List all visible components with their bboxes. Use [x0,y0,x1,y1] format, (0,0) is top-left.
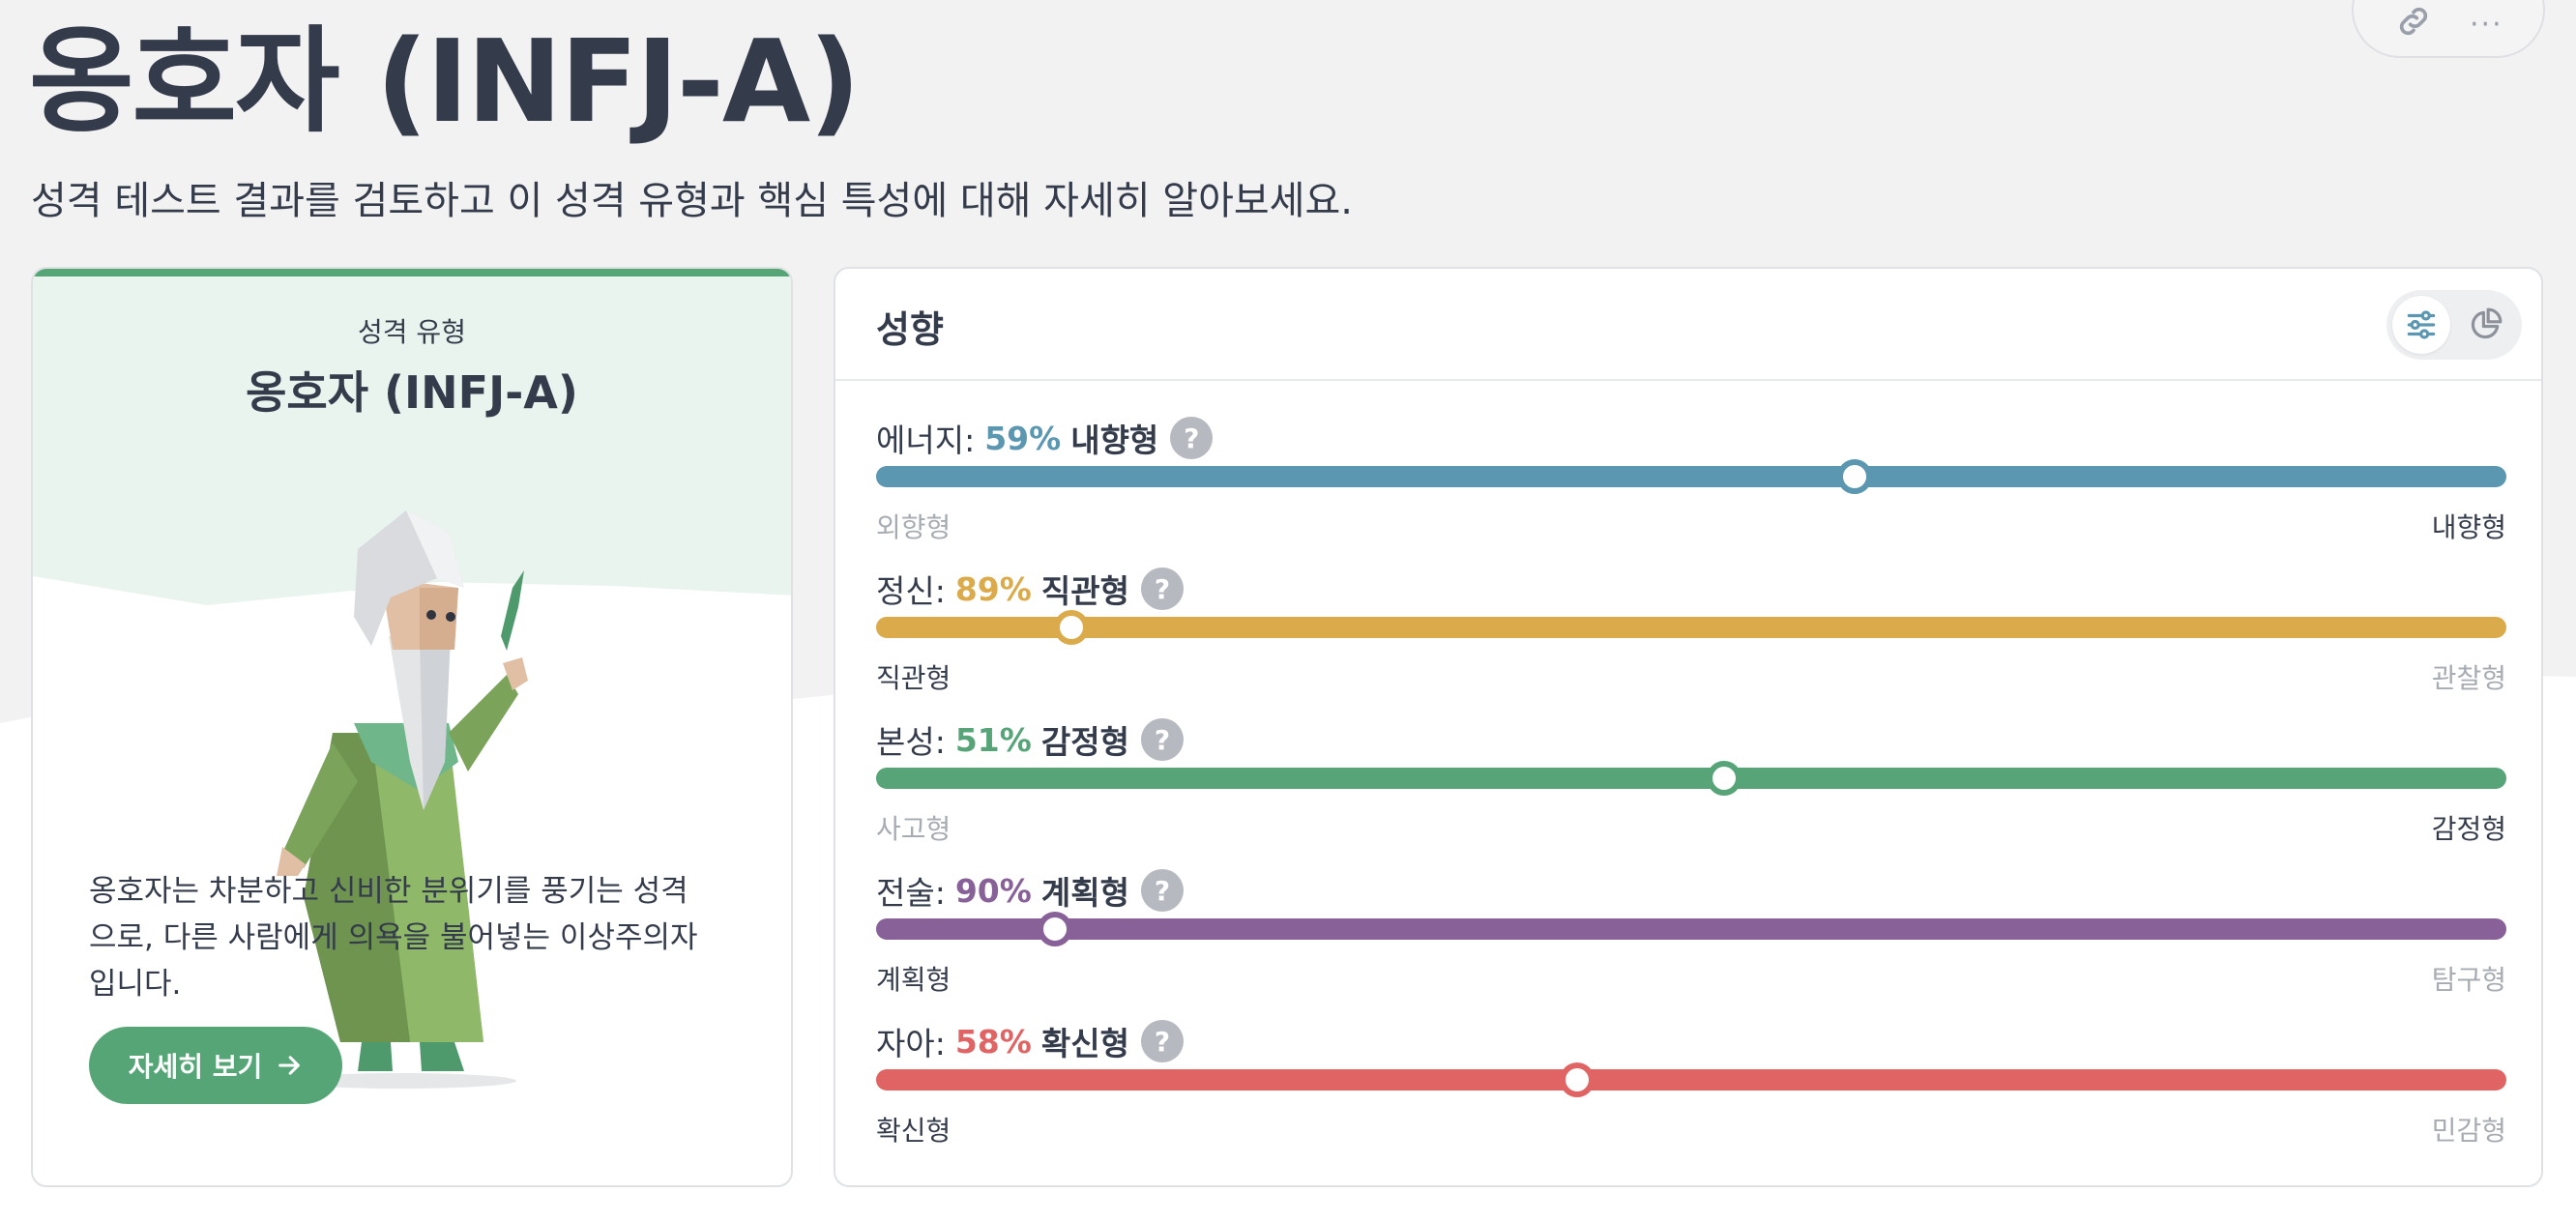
trait-row: 에너지: 59% 내향형? 외향형 내향형 [876,414,2506,549]
trait-percent: 59% [984,419,1062,457]
card-accent-bar [33,269,791,276]
trait-category: 전술: [876,874,946,912]
trait-left-pole: 사고형 [876,813,951,845]
sliders-view-button[interactable] [2392,296,2450,354]
trait-name: 감정형 [1040,723,1129,761]
trait-label: 전술: 90% 계획형? [876,866,1184,915]
trait-left-pole: 직관형 [876,662,951,694]
trait-left-pole: 확신형 [876,1115,951,1147]
trait-right-pole: 내향형 [2431,511,2506,543]
personality-type-card: 성격 유형 옹호자 (INFJ-A) 옹호자는 차분하고 신비한 분위기를 풍기… [31,267,793,1187]
page-title: 옹호자 (INFJ-A) [29,15,861,148]
more-icon[interactable]: ··· [2470,8,2503,42]
trait-percent: 90% [954,871,1032,910]
trait-slider-knob[interactable] [1707,761,1742,796]
trait-name: 확신형 [1040,1025,1129,1062]
help-icon[interactable]: ? [1170,417,1214,459]
help-icon[interactable]: ? [1140,869,1184,912]
trait-category: 자아: [876,1025,946,1062]
trait-right-pole: 관찰형 [2431,662,2506,694]
trait-row: 정신: 89% 직관형? 직관형 관찰형 [876,565,2506,700]
trait-slider-track [876,466,2506,487]
trait-name: 내향형 [1070,422,1159,459]
learn-more-label: 자세히 보기 [128,1051,263,1083]
view-toggle [2386,290,2522,360]
traits-card: 성향 에너지: 59% 내향형? 외향형 내향형 정신: 89% 직관형 ? 직… [834,267,2543,1187]
trait-category: 에너지: [876,422,976,459]
chart-view-button[interactable] [2456,296,2514,354]
page-subtitle: 성격 테스트 결과를 검토하고 이 성격 유형과 핵심 특성에 대해 자세히 알… [31,179,1353,223]
card-type-name: 옹호자 (INFJ-A) [246,366,578,419]
trait-slider-track [876,1069,2506,1091]
arrow-right-icon [278,1056,301,1075]
trait-label: 정신: 89% 직관형? [876,565,1184,613]
trait-slider-knob[interactable] [1837,459,1872,494]
help-icon[interactable]: ? [1140,718,1184,761]
trait-row: 전술: 90% 계획형? 계획형 탐구형 [876,866,2506,1002]
card-eyebrow: 성격 유형 [358,316,466,348]
trait-slider-track [876,918,2506,940]
trait-row: 자아: 58% 확신형? 확신형 민감형 [876,1017,2506,1152]
trait-right-pole: 감정형 [2431,813,2506,845]
trait-percent: 89% [954,569,1032,608]
trait-left-pole: 계획형 [876,964,951,996]
sliders-icon [2407,310,2436,339]
trait-label: 본성: 51% 감정형? [876,715,1184,764]
top-actions: ··· [2352,0,2545,58]
help-icon[interactable]: ? [1140,1020,1184,1062]
trait-label: 자아: 58% 확신형? [876,1017,1184,1065]
traits-header: 성향 [835,269,2541,381]
trait-category: 본성: [876,723,946,761]
trait-category: 정신: [876,572,946,610]
trait-right-pole: 탐구형 [2431,964,2506,996]
trait-label: 에너지: 59% 내향형? [876,414,1214,462]
trait-slider-knob[interactable] [1054,610,1089,645]
trait-right-pole: 민감형 [2431,1115,2506,1147]
trait-slider-knob[interactable] [1038,912,1072,946]
pie-chart-icon [2471,307,2503,339]
trait-percent: 51% [954,720,1032,759]
trait-slider-track [876,617,2506,638]
trait-row: 본성: 51% 감정형? 사고형 감정형 [876,715,2506,851]
learn-more-button[interactable]: 자세히 보기 [89,1027,342,1104]
trait-slider-knob[interactable] [1560,1062,1595,1097]
help-icon[interactable]: ? [1140,567,1184,610]
trait-name: 계획형 [1040,874,1129,912]
traits-title: 성향 [876,308,944,351]
card-description: 옹호자는 차분하고 신비한 분위기를 풍기는 성격으로, 다른 사람에게 의욕을… [89,874,698,1002]
trait-name: 직관형 [1040,572,1129,610]
trait-slider-track [876,768,2506,789]
trait-left-pole: 외향형 [876,511,951,543]
trait-percent: 58% [954,1022,1032,1061]
link-icon[interactable] [2394,2,2433,41]
